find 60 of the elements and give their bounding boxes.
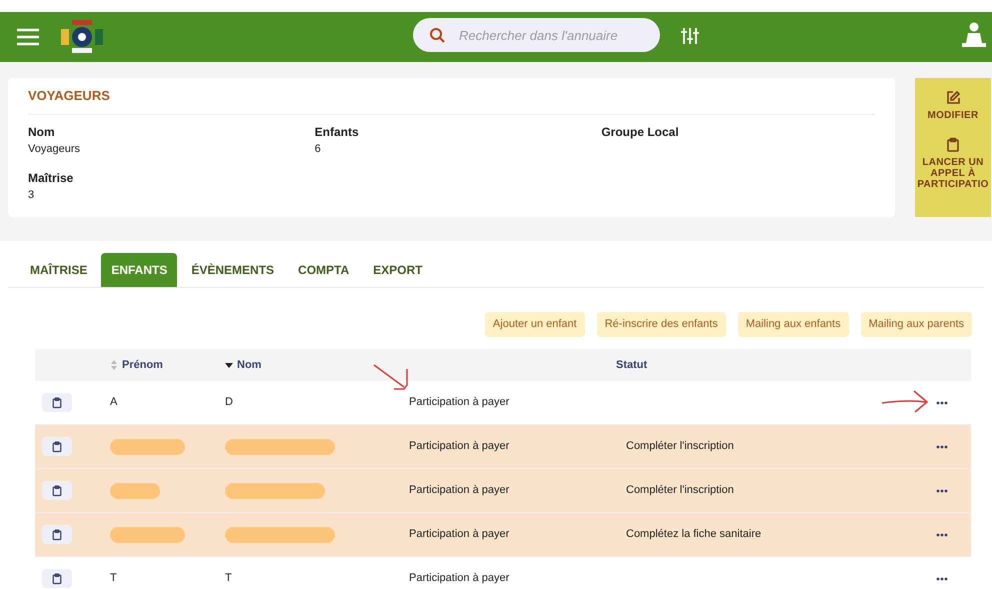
clipboard-icon (945, 137, 961, 153)
more-icon[interactable] (936, 488, 948, 492)
column-header[interactable]: Prénom (122, 356, 163, 374)
clipboard-icon (51, 528, 63, 540)
action-button[interactable]: MODIFIER (915, 90, 991, 121)
column-header: Statut (616, 358, 648, 373)
edit-icon (945, 90, 961, 106)
search-icon (429, 27, 445, 43)
clipboard-icon (51, 396, 63, 408)
more-icon[interactable] (936, 444, 948, 448)
tab[interactable]: COMPTA (288, 253, 360, 287)
more-icon[interactable] (936, 400, 948, 404)
table-cell: A (110, 396, 118, 408)
clipboard-button[interactable] (42, 437, 72, 456)
column-header[interactable]: Nom (237, 356, 262, 374)
field-value: Voyageurs (28, 142, 81, 156)
tab[interactable]: EXPORT (363, 253, 432, 287)
clipboard-button[interactable] (42, 569, 72, 588)
annotation-arrow (372, 362, 410, 392)
clipboard-icon (51, 440, 63, 452)
field-label: Maîtrise (28, 170, 74, 187)
table-cell: Participation à payer (409, 440, 510, 452)
tab[interactable]: MAÎTRISE (20, 253, 98, 287)
toolbar-button[interactable]: Mailing aux enfants (738, 312, 849, 337)
table-cell: T (110, 572, 117, 584)
menu-icon[interactable] (16, 27, 40, 47)
sort-desc-icon[interactable] (225, 361, 233, 369)
tab[interactable]: ÉVÈNEMENTS (181, 253, 284, 287)
table-cell: Compléter l'inscription (626, 484, 734, 496)
field-value: 3 (28, 188, 36, 203)
logo-icon[interactable] (60, 19, 104, 55)
field-label: Groupe Local (601, 124, 680, 140)
table-cell: T (225, 572, 232, 584)
table-cell: D (225, 396, 233, 408)
user-icon[interactable] (962, 22, 986, 50)
filter-icon[interactable] (680, 26, 700, 46)
field-value: 6 (314, 142, 322, 156)
clipboard-button[interactable] (42, 481, 72, 500)
clipboard-icon (51, 484, 63, 496)
table-cell: Participation à payer (409, 572, 510, 584)
annotation-arrow (880, 388, 930, 414)
toolbar-button[interactable]: Mailing aux parents (860, 312, 972, 337)
more-icon[interactable] (936, 576, 948, 580)
unit-title: VOYAGEURS (28, 86, 875, 114)
action-button[interactable]: LANCER UN APPEL À PARTICIPATIO (915, 137, 991, 190)
clipboard-icon (51, 572, 63, 584)
field-label: Nom (28, 124, 56, 140)
more-icon[interactable] (936, 532, 948, 536)
clipboard-button[interactable] (42, 393, 72, 412)
toolbar-button[interactable]: Ré-inscrire des enfants (596, 312, 726, 337)
table-cell: Participation à payer (409, 528, 510, 540)
toolbar-button[interactable]: Ajouter un enfant (484, 312, 585, 337)
table-cell: Complétez la fiche sanitaire (626, 528, 762, 540)
table-cell: Participation à payer (409, 484, 510, 496)
clipboard-button[interactable] (42, 525, 72, 544)
tab[interactable]: ENFANTS (101, 253, 178, 287)
field-label: Enfants (314, 124, 360, 140)
table-cell: Participation à payer (409, 396, 510, 408)
table-cell: Compléter l'inscription (626, 440, 734, 452)
search-field[interactable]: Rechercher dans l'annuaire (413, 18, 660, 52)
